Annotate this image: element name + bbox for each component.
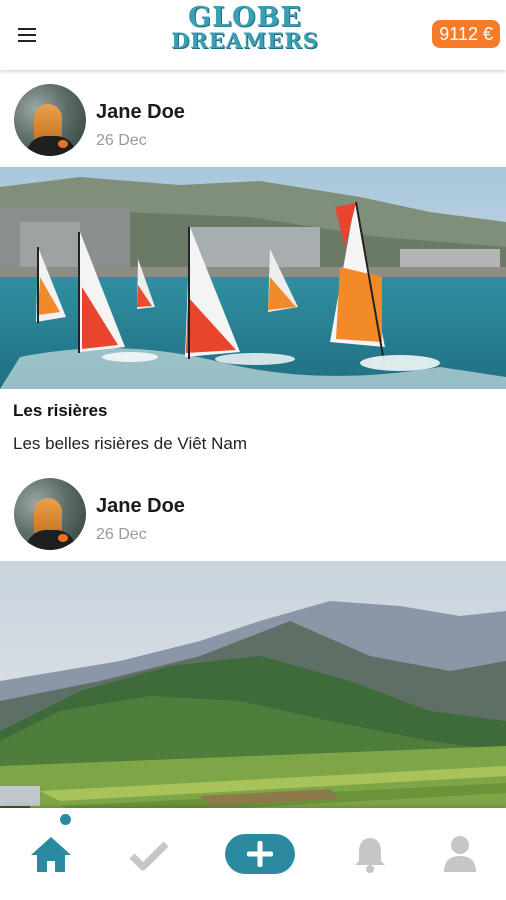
author-name[interactable]: Jane Doe xyxy=(96,495,185,518)
check-icon xyxy=(129,841,169,871)
nav-tasks[interactable] xyxy=(115,808,185,900)
balance-badge[interactable]: 9112 € xyxy=(432,20,500,48)
logo-line-2: DREAMERS xyxy=(171,28,319,53)
post-header: Jane Doe 26 Dec xyxy=(0,464,506,561)
post-header: Jane Doe 26 Dec xyxy=(0,70,506,167)
user-icon xyxy=(444,836,476,872)
bottom-navigation xyxy=(0,808,506,900)
nav-notifications[interactable] xyxy=(336,808,406,900)
post-card: Jane Doe 26 Dec xyxy=(0,464,506,821)
add-post-button[interactable] xyxy=(225,834,295,874)
post-image-valley[interactable] xyxy=(0,561,506,821)
author-avatar[interactable] xyxy=(14,84,86,156)
bell-icon xyxy=(355,838,385,873)
top-app-bar: GLOBE DREAMERS 9112 € xyxy=(0,0,506,70)
logo-line-1: GLOBE xyxy=(188,2,302,33)
author-name[interactable]: Jane Doe xyxy=(96,101,185,124)
post-image-sailing[interactable] xyxy=(0,167,506,389)
post-description: Les belles risières de Viêt Nam xyxy=(13,434,248,453)
menu-icon[interactable] xyxy=(18,24,42,46)
app-logo: GLOBE DREAMERS xyxy=(170,2,320,53)
post-date: 26 Dec xyxy=(96,132,147,149)
nav-home[interactable] xyxy=(15,808,85,900)
post-title: Les risières xyxy=(13,401,108,420)
post-feed: Jane Doe 26 Dec Les risières Les belles … xyxy=(0,70,506,821)
nav-profile[interactable] xyxy=(426,808,496,900)
home-icon xyxy=(31,837,71,872)
author-avatar[interactable] xyxy=(14,478,86,550)
post-card: Jane Doe 26 Dec xyxy=(0,70,506,464)
post-date: 26 Dec xyxy=(96,526,147,543)
add-icon xyxy=(247,841,273,867)
active-indicator xyxy=(60,814,71,825)
